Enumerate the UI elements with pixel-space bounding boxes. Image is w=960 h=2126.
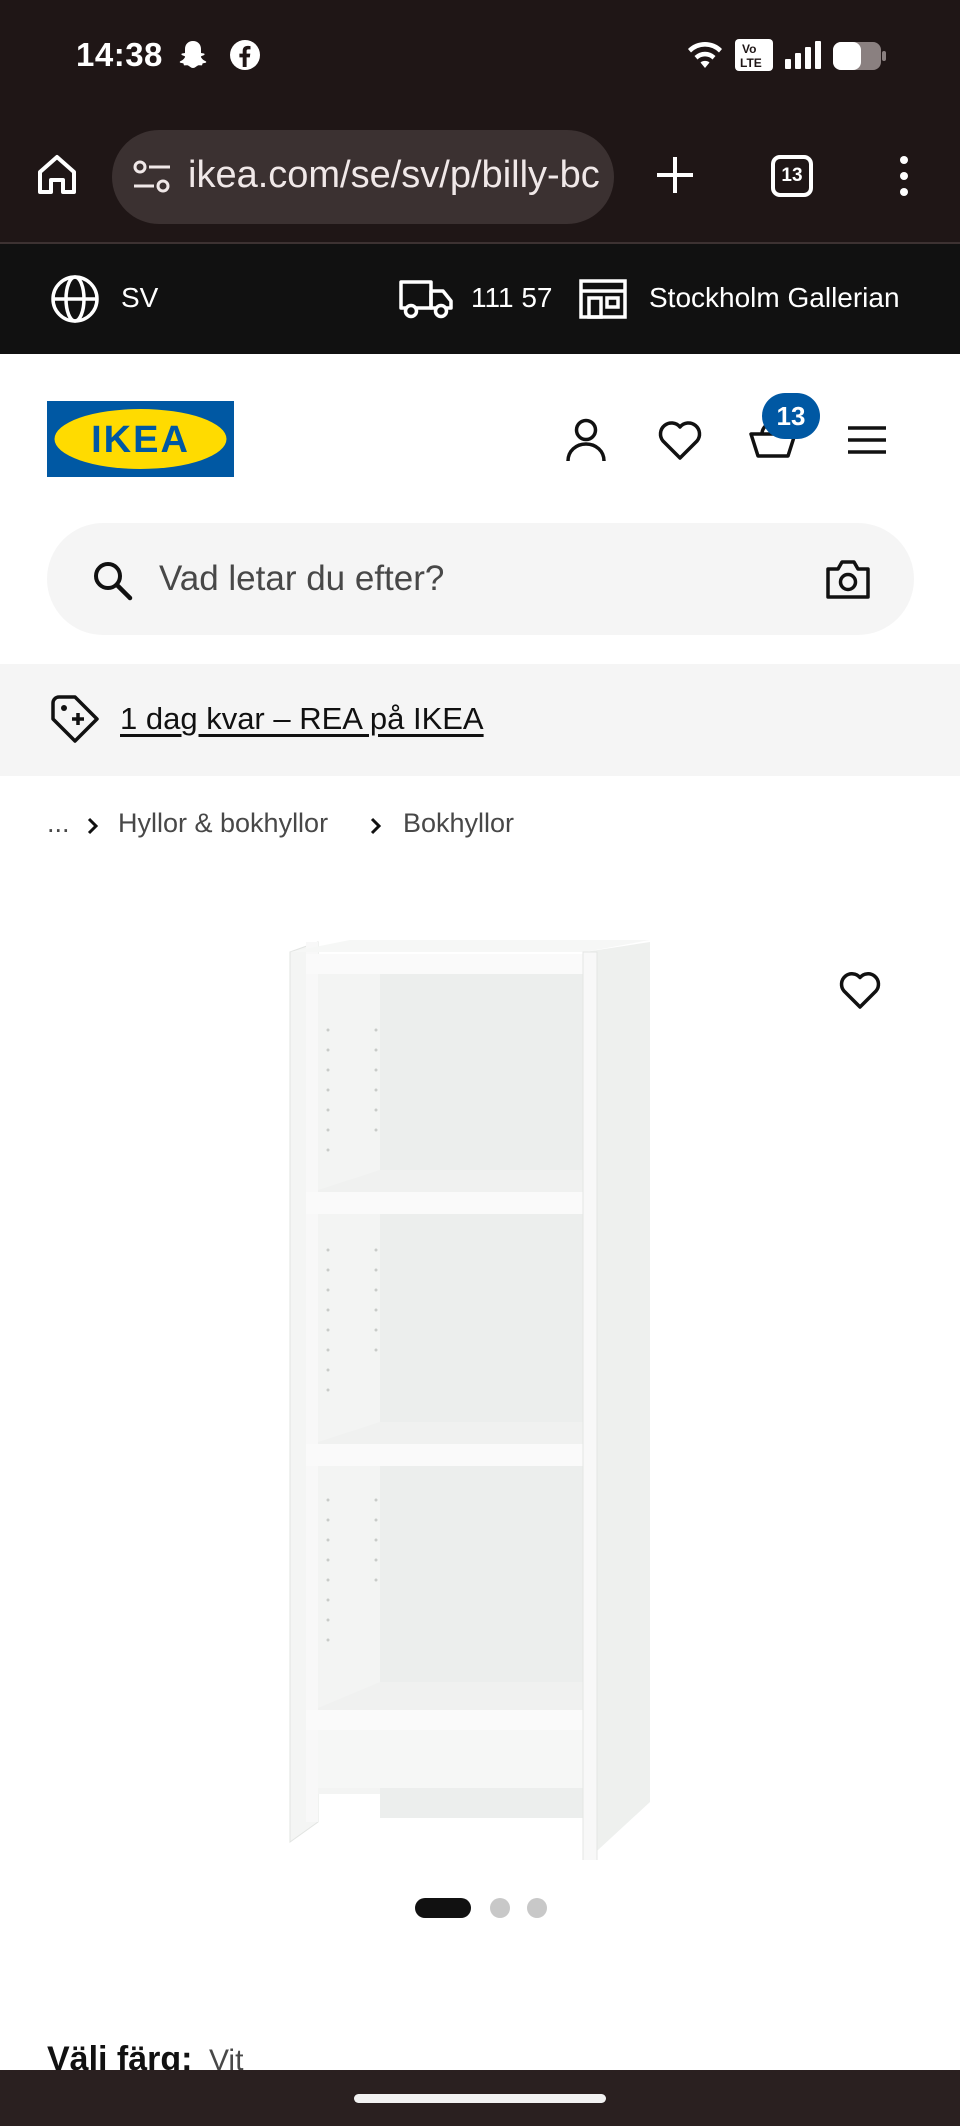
facebook-icon	[230, 40, 260, 70]
more-icon[interactable]	[894, 154, 914, 198]
promo-link[interactable]: 1 dag kvar – REA på IKEA	[120, 701, 484, 737]
battery-icon	[833, 42, 886, 70]
search-input[interactable]: Vad letar du efter?	[159, 559, 444, 599]
url-text: ikea.com/se/sv/p/billy-bc	[188, 154, 600, 196]
breadcrumb-ellipsis[interactable]: ...	[47, 808, 70, 839]
camera-icon[interactable]	[825, 557, 871, 601]
wifi-icon	[688, 41, 722, 68]
new-tab-icon[interactable]	[654, 154, 696, 196]
gallery-dot[interactable]	[527, 1898, 547, 1918]
chevron-right-icon	[370, 817, 382, 835]
search-bar[interactable]: Vad letar du efter?	[47, 523, 914, 635]
home-icon[interactable]	[34, 152, 80, 198]
price-tag-icon	[51, 695, 99, 743]
ikea-top-strip: SV 111 57 Stockholm Gallerian	[0, 244, 960, 354]
search-icon	[94, 562, 133, 601]
tab-count: 13	[781, 165, 803, 186]
logo-text: IKEA	[91, 419, 190, 461]
breadcrumb-item[interactable]: Bokhyllor	[403, 808, 514, 839]
signal-icon	[785, 41, 821, 69]
address-bar[interactable]: ikea.com/se/sv/p/billy-bc	[112, 130, 614, 224]
browser-toolbar: ikea.com/se/sv/p/billy-bc 13	[0, 112, 960, 244]
volte-label-top: Vo	[742, 42, 756, 56]
account-icon[interactable]	[564, 417, 608, 463]
status-time: 14:38	[76, 36, 163, 73]
gallery-dot[interactable]	[490, 1898, 510, 1918]
cart-count-badge[interactable]: 13	[762, 393, 820, 439]
ikea-logo[interactable]: IKEA	[47, 401, 234, 477]
globe-icon[interactable]	[50, 274, 100, 324]
product-favorite-icon[interactable]	[839, 970, 881, 1010]
product-image	[289, 940, 650, 1860]
site-settings-icon[interactable]	[132, 158, 172, 196]
volte-label-bottom: LTE	[740, 56, 762, 70]
chevron-right-icon	[87, 817, 99, 835]
delivery-truck-icon[interactable]	[398, 277, 454, 321]
breadcrumb-item[interactable]: Hyllor & bokhyllor	[118, 808, 328, 839]
home-gesture-handle[interactable]	[354, 2094, 606, 2103]
store-icon[interactable]	[578, 278, 628, 320]
product-gallery[interactable]	[0, 890, 960, 1900]
favorites-icon[interactable]	[657, 419, 703, 461]
postal-code[interactable]: 111 57	[471, 282, 552, 314]
promo-banner[interactable]: 1 dag kvar – REA på IKEA	[0, 664, 960, 776]
language-selector[interactable]: SV	[121, 282, 158, 314]
snapchat-icon	[179, 41, 207, 68]
gallery-pagination	[0, 1898, 960, 1918]
gallery-dot-active[interactable]	[415, 1898, 471, 1918]
volte-icon: Vo LTE	[735, 39, 773, 71]
system-nav-bar	[0, 2070, 960, 2126]
status-bar: 14:38 Vo LTE	[0, 0, 960, 112]
tabs-icon[interactable]: 13	[771, 155, 813, 197]
menu-icon[interactable]	[846, 424, 888, 456]
store-name[interactable]: Stockholm Gallerian	[649, 282, 900, 314]
